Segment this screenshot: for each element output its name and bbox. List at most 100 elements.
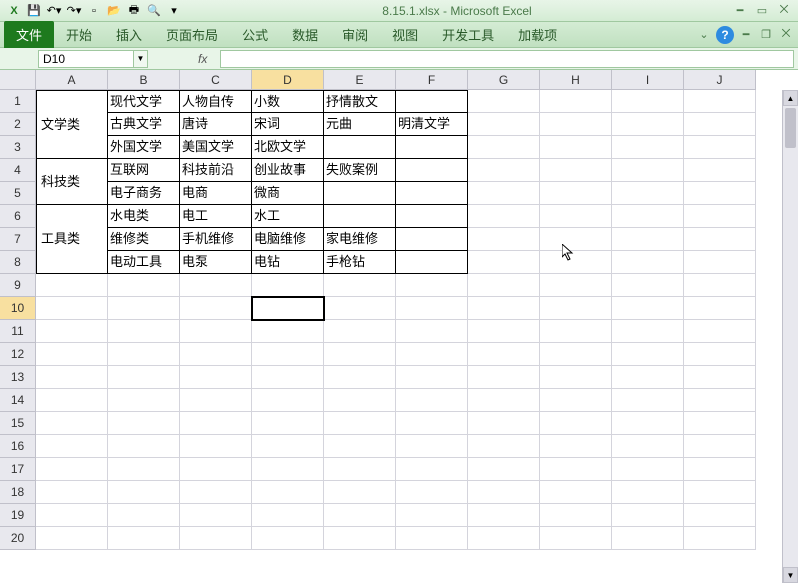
cell-I4[interactable]	[612, 159, 684, 182]
row-header-2[interactable]: 2	[0, 113, 36, 136]
cell-J3[interactable]	[684, 136, 756, 159]
cell-H3[interactable]	[540, 136, 612, 159]
cell-G5[interactable]	[468, 182, 540, 205]
cell-F16[interactable]	[396, 435, 468, 458]
col-header-F[interactable]: F	[396, 70, 468, 90]
cell-B20[interactable]	[108, 527, 180, 550]
cell-D3[interactable]: 北欧文学	[252, 136, 324, 159]
cell-C8[interactable]: 电泵	[180, 251, 252, 274]
cell-J16[interactable]	[684, 435, 756, 458]
cell-H2[interactable]	[540, 113, 612, 136]
cell-C9[interactable]	[180, 274, 252, 297]
cell-I12[interactable]	[612, 343, 684, 366]
cell-C15[interactable]	[180, 412, 252, 435]
row-header-18[interactable]: 18	[0, 481, 36, 504]
select-all-corner[interactable]	[0, 70, 36, 90]
cell-J4[interactable]	[684, 159, 756, 182]
cell-C19[interactable]	[180, 504, 252, 527]
cell-F13[interactable]	[396, 366, 468, 389]
cell-G13[interactable]	[468, 366, 540, 389]
cell-G14[interactable]	[468, 389, 540, 412]
row-header-3[interactable]: 3	[0, 136, 36, 159]
cell-G6[interactable]	[468, 205, 540, 228]
cell-I8[interactable]	[612, 251, 684, 274]
cell-I3[interactable]	[612, 136, 684, 159]
wb-close-button[interactable]: ⨉	[778, 28, 794, 42]
cell-F17[interactable]	[396, 458, 468, 481]
cell-A9[interactable]	[36, 274, 108, 297]
cell-I2[interactable]	[612, 113, 684, 136]
cell-B12[interactable]	[108, 343, 180, 366]
cell-E8[interactable]: 手枪钻	[324, 251, 396, 274]
cell-D19[interactable]	[252, 504, 324, 527]
cell-E6[interactable]	[324, 205, 396, 228]
cell-I1[interactable]	[612, 90, 684, 113]
cell-D18[interactable]	[252, 481, 324, 504]
save-icon[interactable]: 💾	[26, 3, 42, 19]
cell-H9[interactable]	[540, 274, 612, 297]
cell-B3[interactable]: 外国文学	[108, 136, 180, 159]
cell-H6[interactable]	[540, 205, 612, 228]
cell-I13[interactable]	[612, 366, 684, 389]
cell-J11[interactable]	[684, 320, 756, 343]
cell-D1[interactable]: 小数	[252, 90, 324, 113]
cell-C6[interactable]: 电工	[180, 205, 252, 228]
cell-H14[interactable]	[540, 389, 612, 412]
cell-H1[interactable]	[540, 90, 612, 113]
col-header-D[interactable]: D	[252, 70, 324, 90]
fx-button[interactable]: fx	[198, 50, 218, 68]
row-header-13[interactable]: 13	[0, 366, 36, 389]
row-header-16[interactable]: 16	[0, 435, 36, 458]
cell-G16[interactable]	[468, 435, 540, 458]
cell-D15[interactable]	[252, 412, 324, 435]
cell-G8[interactable]	[468, 251, 540, 274]
cell-I6[interactable]	[612, 205, 684, 228]
row-header-1[interactable]: 1	[0, 90, 36, 113]
cell-F4[interactable]	[396, 159, 468, 182]
cell-H20[interactable]	[540, 527, 612, 550]
open-icon[interactable]: 📂	[106, 3, 122, 19]
cell-J7[interactable]	[684, 228, 756, 251]
cell-E20[interactable]	[324, 527, 396, 550]
cell-F3[interactable]	[396, 136, 468, 159]
cell-H19[interactable]	[540, 504, 612, 527]
cell-A1[interactable]: 文学类	[36, 90, 108, 159]
cell-C3[interactable]: 美国文学	[180, 136, 252, 159]
undo-icon[interactable]: ↶▾	[46, 3, 62, 19]
cell-G19[interactable]	[468, 504, 540, 527]
cell-H8[interactable]	[540, 251, 612, 274]
row-header-15[interactable]: 15	[0, 412, 36, 435]
cell-J1[interactable]	[684, 90, 756, 113]
cell-D9[interactable]	[252, 274, 324, 297]
tab-review[interactable]: 审阅	[330, 21, 380, 48]
cell-D16[interactable]	[252, 435, 324, 458]
cell-G2[interactable]	[468, 113, 540, 136]
tab-view[interactable]: 视图	[380, 21, 430, 48]
cell-E7[interactable]: 家电维修	[324, 228, 396, 251]
cell-C12[interactable]	[180, 343, 252, 366]
cell-C14[interactable]	[180, 389, 252, 412]
cell-A18[interactable]	[36, 481, 108, 504]
cell-E1[interactable]: 抒情散文	[324, 90, 396, 113]
cell-D20[interactable]	[252, 527, 324, 550]
row-header-9[interactable]: 9	[0, 274, 36, 297]
tab-formulas[interactable]: 公式	[230, 21, 280, 48]
tab-dev[interactable]: 开发工具	[430, 21, 506, 48]
new-icon[interactable]: ▫	[86, 3, 102, 19]
cell-D8[interactable]: 电钻	[252, 251, 324, 274]
row-header-17[interactable]: 17	[0, 458, 36, 481]
cell-B14[interactable]	[108, 389, 180, 412]
cell-A10[interactable]	[36, 297, 108, 320]
cell-J14[interactable]	[684, 389, 756, 412]
cell-B4[interactable]: 互联网	[108, 159, 180, 182]
cell-B2[interactable]: 古典文学	[108, 113, 180, 136]
wb-restore-button[interactable]: ❐	[758, 28, 774, 42]
file-tab[interactable]: 文件	[4, 21, 54, 48]
row-header-8[interactable]: 8	[0, 251, 36, 274]
cell-J19[interactable]	[684, 504, 756, 527]
cell-A4[interactable]: 科技类	[36, 159, 108, 205]
cell-F15[interactable]	[396, 412, 468, 435]
cell-E3[interactable]	[324, 136, 396, 159]
cell-H10[interactable]	[540, 297, 612, 320]
redo-icon[interactable]: ↷▾	[66, 3, 82, 19]
